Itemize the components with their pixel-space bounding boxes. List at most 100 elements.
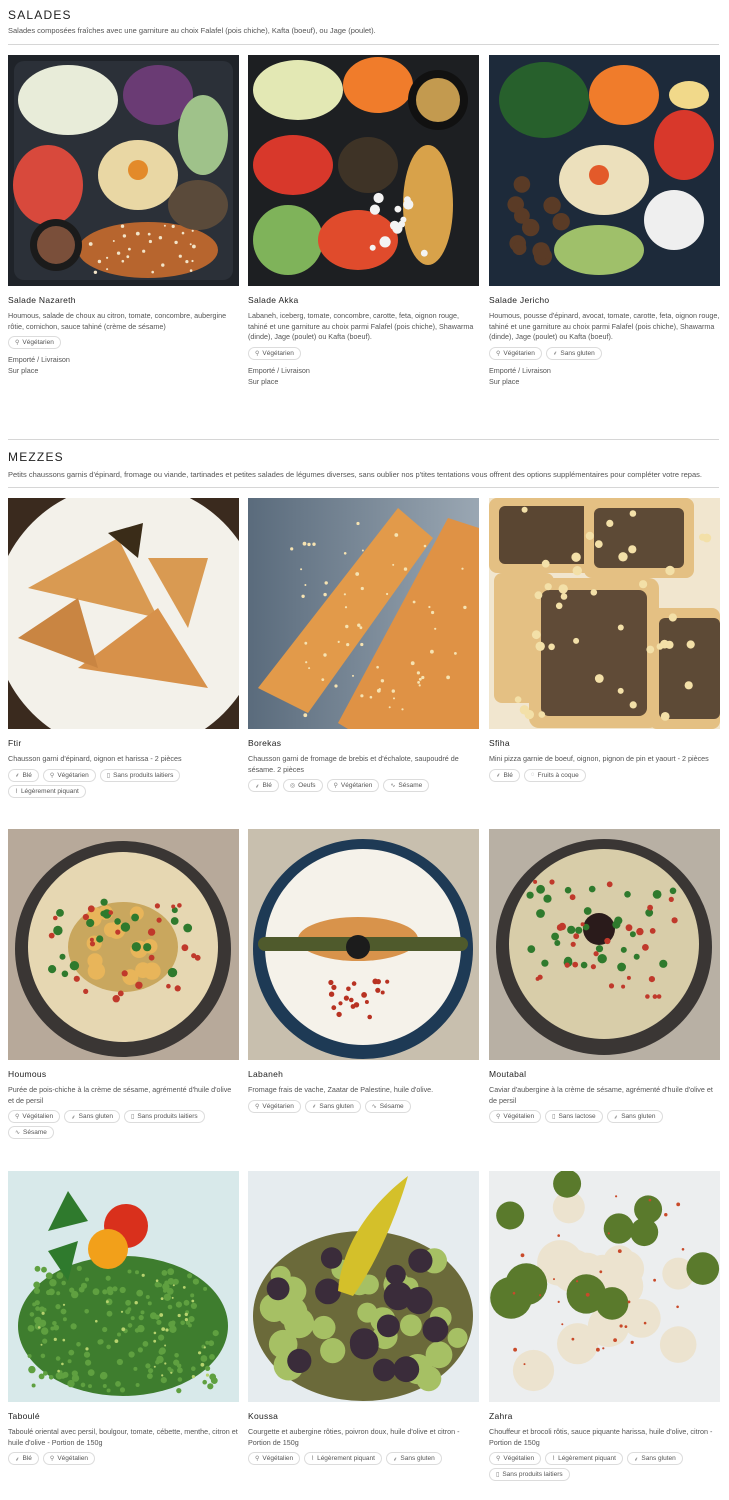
tag-label: Végétalien <box>503 1455 535 1462</box>
dish-name[interactable]: Zahra <box>489 1411 720 1423</box>
dish-name[interactable]: Koussa <box>248 1411 479 1423</box>
wheat-icon: ⸙ <box>633 1456 639 1463</box>
dietary-tags: ⚲ Végétarien ⸙ Sans gluten <box>489 346 720 360</box>
leaf-icon: ⚲ <box>255 350 260 357</box>
availability-option: Emporté / Livraison <box>8 355 70 364</box>
milk-icon: ▯ <box>552 1114 556 1120</box>
tag: ∿ Sésame <box>8 1126 54 1139</box>
tag-label: Blé <box>262 782 272 789</box>
dish-photo[interactable] <box>8 829 239 1060</box>
availability: Emporté / Livraison Sur place <box>8 354 239 376</box>
tag: ⸙ Sans gluten <box>64 1110 120 1123</box>
tag-label: Oeufs <box>298 782 316 789</box>
tag-label: Sésame <box>23 1129 47 1136</box>
tag: ▯ Sans lactose <box>545 1110 603 1123</box>
milk-icon: ▯ <box>106 772 111 779</box>
wheat-icon: ⸙ <box>392 1456 398 1463</box>
milk-icon: ▯ <box>496 1472 500 1478</box>
dish-name[interactable]: Labaneh <box>248 1069 479 1081</box>
menu-item-houmous[interactable]: Houmous Purée de pois-chiche à la crème … <box>8 829 239 1139</box>
wheat-icon: ⸙ <box>255 783 260 790</box>
dish-photo[interactable] <box>248 55 479 286</box>
leaf-icon: ⚲ <box>49 1456 55 1462</box>
dish-photo[interactable] <box>248 498 479 729</box>
tag: ⚲ Végétalien <box>42 1452 96 1465</box>
dish-description: Courgette et aubergine rôties, poivron d… <box>248 1427 460 1447</box>
menu-item-koussa[interactable]: Koussa Courgette et aubergine rôties, po… <box>248 1171 479 1465</box>
tag-label: Végétarien <box>22 339 54 346</box>
tag-label: Sans gluten <box>78 1113 113 1120</box>
tag-label: Sans gluten <box>400 1455 435 1462</box>
availability-option: Sur place <box>8 366 39 375</box>
dish-name[interactable]: Salade Jericho <box>489 295 720 307</box>
leaf-icon: ⚲ <box>49 772 55 779</box>
dietary-tags: ⸙ Blé ⚲ Végétalien <box>8 1452 239 1465</box>
leaf-icon: ⚲ <box>255 1456 260 1462</box>
dietary-tags: ⸙ Blé ◌ Fruits à coque <box>489 768 720 782</box>
dish-photo[interactable] <box>8 55 239 286</box>
dish-photo[interactable] <box>489 829 720 1060</box>
menu-item-salade-nazareth[interactable]: Salade Nazareth Houmous, salade de choux… <box>8 55 239 376</box>
availability-option: Emporté / Livraison <box>489 365 551 375</box>
availability-option: Emporté / Livraison <box>248 365 310 375</box>
tag-label: Sans produits laitiers <box>113 771 174 779</box>
menu-item-taboule[interactable]: Taboulé Taboulé oriental avec persil, bo… <box>8 1171 239 1465</box>
dish-photo[interactable] <box>489 55 720 286</box>
tag-label: Végétarien <box>503 349 535 357</box>
tag: ⌇ Légèrement piquant <box>545 1452 623 1465</box>
tag-label: Légèrement piquant <box>558 1455 616 1462</box>
menu-item-moutabal[interactable]: Moutabal Caviar d'aubergine à la crème d… <box>489 829 720 1123</box>
menu-item-ftir[interactable]: Ftir Chausson garni d'épinard, oignon et… <box>8 498 239 798</box>
tag-label: Blé <box>22 1455 32 1462</box>
tag: ∿ Sésame <box>364 1099 411 1113</box>
dietary-tags: ⚲ Végétarien <box>8 336 239 349</box>
menu-item-borekas[interactable]: Borekas Chausson garni de fromage de bre… <box>248 498 479 792</box>
wheat-icon: ⸙ <box>496 773 501 779</box>
section-description-salades: Salades composées fraîches avec une garn… <box>8 26 376 35</box>
dish-photo[interactable] <box>8 1171 239 1402</box>
dish-photo[interactable] <box>489 498 720 729</box>
dish-name[interactable]: Ftir <box>8 738 239 750</box>
menu-item-labaneh[interactable]: Labaneh Fromage frais de vache, Zaatar d… <box>248 829 479 1113</box>
tag: ▯ Sans produits laitiers <box>99 768 181 782</box>
dietary-tags: ⚲ Végétalien ⸙ Sans gluten ▯ Sans produi… <box>8 1110 239 1139</box>
tag: ▯ Sans produits laitiers <box>489 1468 570 1481</box>
dish-photo[interactable] <box>489 1171 720 1402</box>
tag-label: Végétarien <box>262 1102 294 1110</box>
wheat-icon: ⸙ <box>71 1114 76 1121</box>
dish-name[interactable]: Moutabal <box>489 1069 720 1081</box>
tag: ◎ Oeufs <box>282 779 323 792</box>
tag-label: Légèrement piquant <box>317 1455 375 1462</box>
tag: ⚲ Végétalien <box>489 1452 542 1465</box>
dish-name[interactable]: Sfiha <box>489 738 720 750</box>
tag-label: Végétarien <box>57 771 89 779</box>
tag: ⚲ Végétarien <box>42 768 96 782</box>
menu-item-salade-akka[interactable]: Salade Akka Labaneh, iceberg, tomate, co… <box>248 55 479 387</box>
dish-description: Caviar d'aubergine à la crème de sésame,… <box>489 1085 713 1105</box>
nut-icon: ◌ <box>530 772 535 778</box>
tag-label: Végétalien <box>22 1113 54 1120</box>
dish-photo[interactable] <box>248 1171 479 1402</box>
menu-item-zahra[interactable]: Zahra Chouffeur et brocoli rôtis, sauce … <box>489 1171 720 1481</box>
tag: ⸙ Sans gluten <box>385 1452 442 1465</box>
dietary-tags: ⚲ Végétalien ⌇ Légèrement piquant ⸙ Sans… <box>248 1452 479 1465</box>
section-description-mezzes: Petits chaussons garnis d'épinard, froma… <box>8 470 702 479</box>
dish-description: Houmous, pousse d'épinard, avocat, tomat… <box>489 311 720 341</box>
tag: ∿ Sésame <box>383 779 430 792</box>
dish-description: Mini pizza garnie de boeuf, oignon, pign… <box>489 754 709 763</box>
dish-description: Fromage frais de vache, Zaatar de Palest… <box>248 1085 434 1094</box>
dish-photo[interactable] <box>248 829 479 1060</box>
section-title-salades: SALADES <box>8 8 72 22</box>
dish-photo[interactable] <box>8 498 239 729</box>
dish-name[interactable]: Salade Akka <box>248 295 479 307</box>
dish-name[interactable]: Salade Nazareth <box>8 295 239 307</box>
dietary-tags: ⚲ Végétalien ▯ Sans lactose ⸙ Sans glute… <box>489 1110 720 1123</box>
dish-name[interactable]: Borekas <box>248 738 479 750</box>
dish-name[interactable]: Houmous <box>8 1069 239 1081</box>
menu-item-sfiha[interactable]: Sfiha Mini pizza garnie de boeuf, oignon… <box>489 498 720 782</box>
dish-name[interactable]: Taboulé <box>8 1411 239 1423</box>
availability-option: Sur place <box>489 376 520 386</box>
wheat-icon: ⸙ <box>552 351 558 357</box>
menu-item-salade-jericho[interactable]: Salade Jericho Houmous, pousse d'épinard… <box>489 55 720 387</box>
availability: Emporté / Livraison Sur place <box>489 365 720 387</box>
